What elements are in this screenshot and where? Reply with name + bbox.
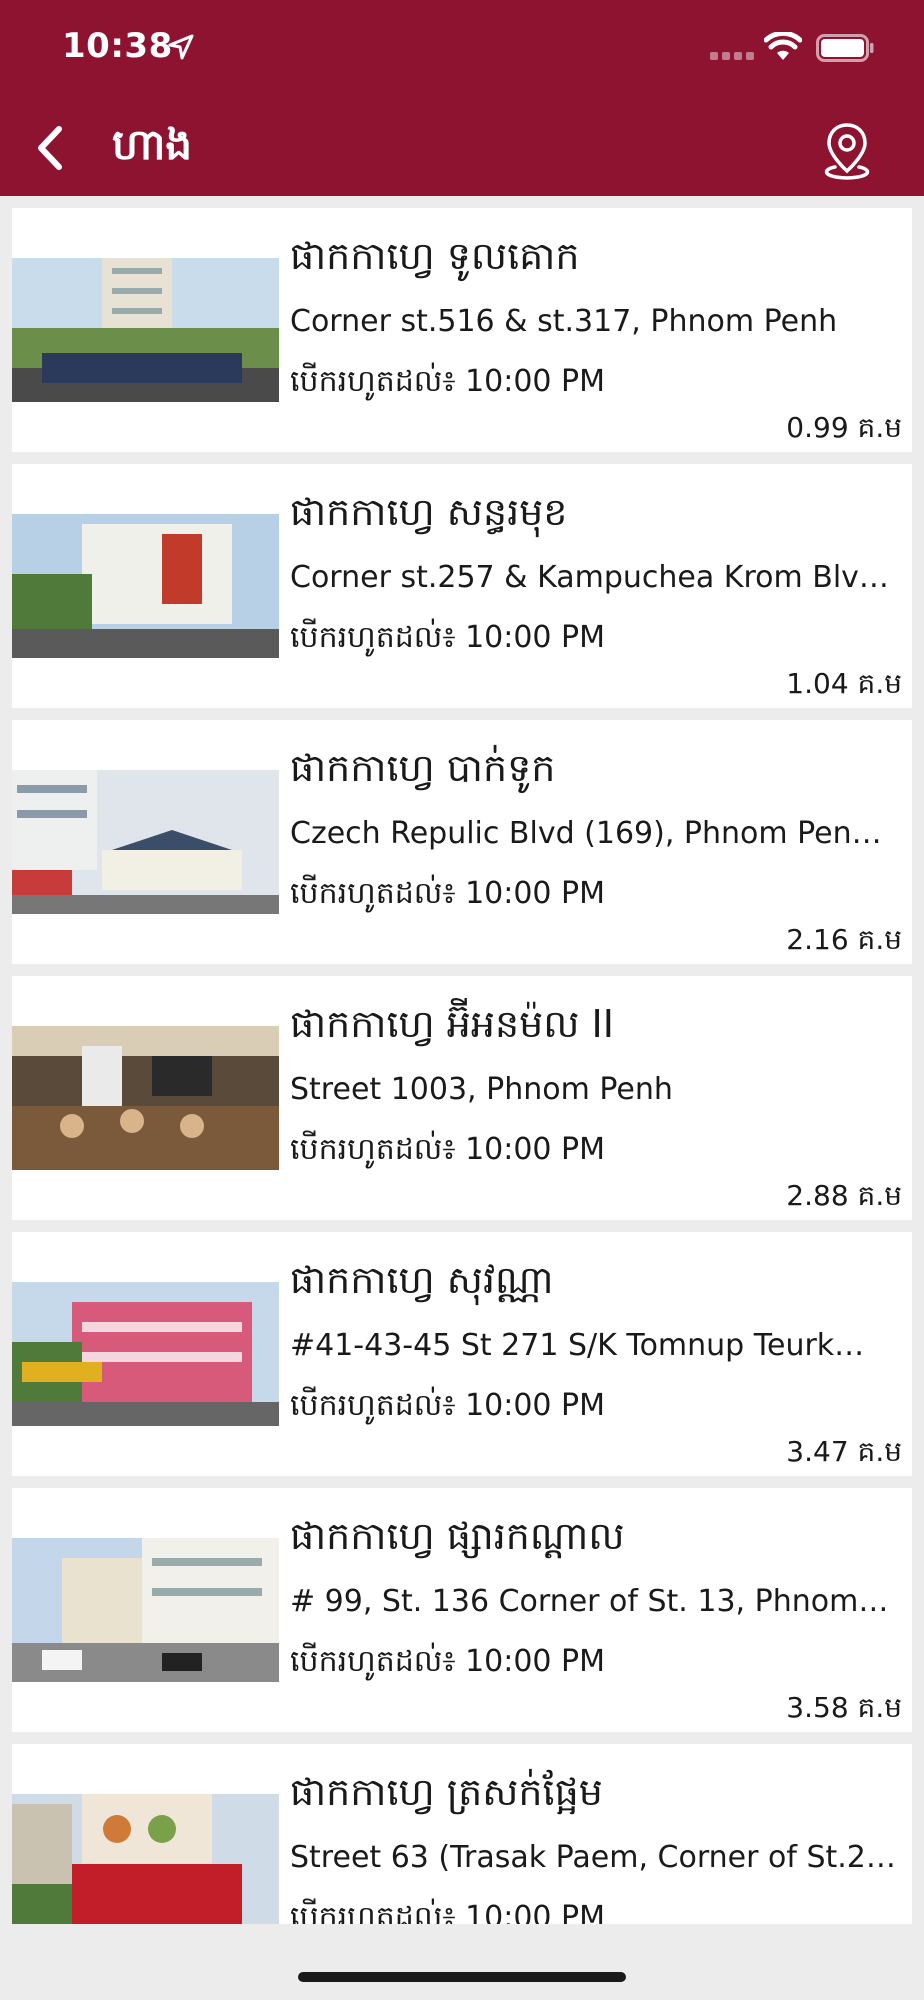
store-card[interactable]: ផាកកាហ្វេ ត្រសក់ផ្អែម Street 63 (Trasak … — [12, 1744, 912, 1924]
store-name: ផាកកាហ្វេ បាក់ទូក — [290, 746, 556, 790]
store-address: Street 1003, Phnom Penh — [290, 1072, 673, 1107]
app-header: 10:38 ហាង — [0, 0, 924, 196]
store-hours: បើករហូតដល់៖ 10:00 PM — [290, 1644, 606, 1679]
status-bar: 10:38 — [0, 0, 924, 100]
store-card[interactable]: ផាកកាហ្វេ អ៊ីអនម៉ល II Street 1003, Phnom… — [12, 976, 912, 1220]
store-photo — [12, 1794, 279, 1924]
store-card[interactable]: ផាកកាហ្វេ សុវណ្ណា #41-43-45 St 271 S/K T… — [12, 1232, 912, 1476]
store-address: Corner st.257 & Kampuchea Krom Blv… — [290, 560, 889, 595]
store-distance: 2.16 គ.ម — [786, 923, 902, 956]
map-view-button[interactable] — [814, 118, 880, 184]
store-distance: 0.99 គ.ម — [786, 411, 902, 444]
navigation-bar: ហាង — [0, 100, 924, 196]
store-address: #41-43-45 St 271 S/K Tomnup Teurk… — [290, 1328, 865, 1363]
store-distance: 3.47 គ.ម — [786, 1435, 902, 1468]
store-hours: បើករហូតដល់៖ 10:00 PM — [290, 1900, 606, 1924]
store-photo — [12, 1026, 279, 1170]
store-hours: បើករហូតដល់៖ 10:00 PM — [290, 876, 606, 911]
store-address: # 99, St. 136 Corner of St. 13, Phnom… — [290, 1584, 889, 1619]
store-name: ផាកកាហ្វេ ទូលគោក — [290, 234, 580, 278]
store-list[interactable]: ផាកកាហ្វេ ទូលគោក Corner st.516 & st.317,… — [0, 196, 924, 1924]
store-photo — [12, 1538, 279, 1682]
location-arrow-icon — [168, 34, 194, 60]
wifi-icon — [764, 32, 802, 60]
home-indicator[interactable] — [298, 1972, 626, 1982]
store-photo — [12, 770, 279, 914]
back-button[interactable] — [20, 118, 80, 178]
store-card[interactable]: ផាកកាហ្វេ ទូលគោក Corner st.516 & st.317,… — [12, 208, 912, 452]
store-distance: 3.58 គ.ម — [786, 1691, 902, 1724]
store-name: ផាកកាហ្វេ ត្រសក់ផ្អែម — [290, 1770, 603, 1814]
store-card[interactable]: ផាកកាហ្វេ ផ្សារកណ្តាល # 99, St. 136 Corn… — [12, 1488, 912, 1732]
store-hours: បើករហូតដល់៖ 10:00 PM — [290, 1388, 606, 1423]
status-time: 10:38 — [62, 26, 173, 66]
battery-icon — [816, 34, 874, 62]
store-hours: បើករហូតដល់៖ 10:00 PM — [290, 620, 606, 655]
store-photo — [12, 258, 279, 402]
chevron-left-icon — [38, 126, 62, 170]
store-address: Street 63 (Trasak Paem, Corner of St.2… — [290, 1840, 896, 1875]
page-title: ហាង — [112, 120, 192, 169]
store-card[interactable]: ផាកកាហ្វេ បាក់ទូក Czech Repulic Blvd (16… — [12, 720, 912, 964]
store-photo — [12, 514, 279, 658]
map-pin-icon — [824, 123, 870, 180]
store-name: ផាកកាហ្វេ អ៊ីអនម៉ល II — [290, 1002, 614, 1046]
store-distance: 2.88 គ.ម — [786, 1179, 902, 1212]
store-address: Czech Repulic Blvd (169), Phnom Pen… — [290, 816, 882, 851]
store-name: ផាកកាហ្វេ ផ្សារកណ្តាល — [290, 1514, 625, 1558]
store-hours: បើករហូតដល់៖ 10:00 PM — [290, 364, 606, 399]
cellular-signal-icon — [710, 52, 754, 60]
store-card[interactable]: ផាកកាហ្វេ សន្ធរមុខ Corner st.257 & Kampu… — [12, 464, 912, 708]
store-name: ផាកកាហ្វេ សន្ធរមុខ — [290, 490, 568, 534]
store-distance: 1.04 គ.ម — [786, 667, 902, 700]
store-photo — [12, 1282, 279, 1426]
store-address: Corner st.516 & st.317, Phnom Penh — [290, 304, 838, 339]
store-name: ផាកកាហ្វេ សុវណ្ណា — [290, 1258, 554, 1302]
store-hours: បើករហូតដល់៖ 10:00 PM — [290, 1132, 606, 1167]
